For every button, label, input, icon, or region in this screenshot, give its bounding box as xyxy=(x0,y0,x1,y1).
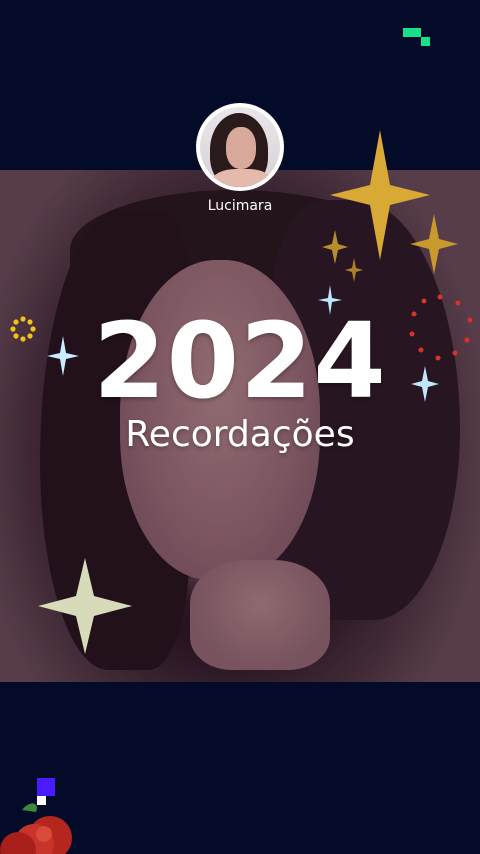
profile-name: Lucimara xyxy=(207,198,273,214)
gold-star-tiny-icon xyxy=(345,258,363,282)
corner-decoration-green xyxy=(403,28,433,48)
flower-icon xyxy=(0,803,72,854)
year-title: 2024 xyxy=(93,300,387,422)
gold-star-small-icon xyxy=(410,214,458,274)
profile-avatar[interactable] xyxy=(196,103,284,191)
memories-subtitle: Recordações xyxy=(125,414,355,455)
star-icon xyxy=(38,558,132,654)
